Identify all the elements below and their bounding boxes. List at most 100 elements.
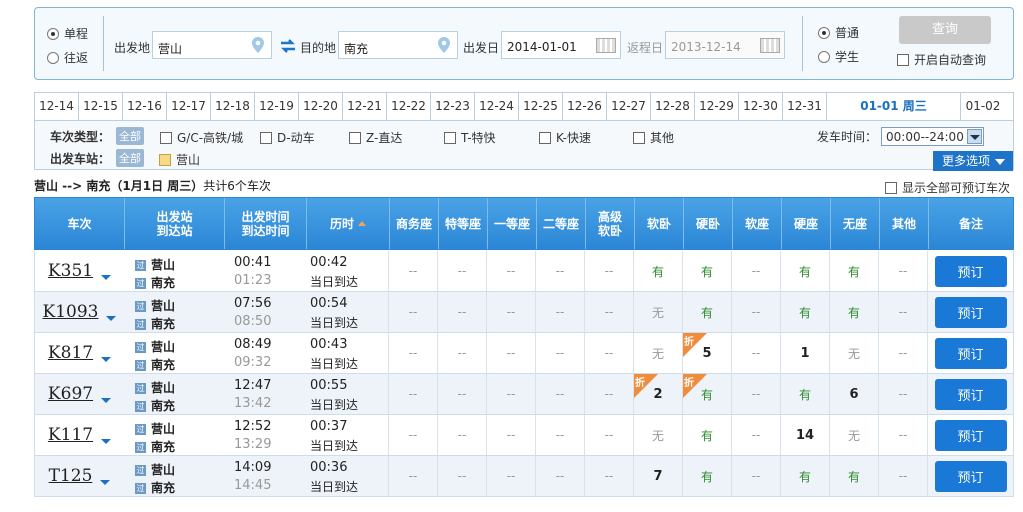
seat-cell[interactable]: 有 (683, 292, 732, 332)
seat-cell[interactable]: 有 (683, 251, 732, 291)
date-tab[interactable]: 12-22 (387, 93, 431, 120)
seat-cell: -- (732, 415, 781, 455)
expand-stops-icon[interactable] (101, 356, 112, 362)
date-tab[interactable]: 12-29 (695, 93, 739, 120)
location-pin-icon (438, 37, 450, 53)
arrive-day: 当日到达 (310, 357, 359, 371)
book-button[interactable]: 预订 (934, 255, 1007, 287)
to-input[interactable]: 南充 (338, 31, 458, 59)
seat-cell[interactable]: 有 (781, 251, 830, 291)
date-tab[interactable]: 12-30 (739, 93, 783, 120)
book-button[interactable]: 预订 (934, 378, 1007, 410)
swap-icon[interactable] (279, 39, 297, 53)
train-type-option[interactable]: 其他 (633, 129, 674, 146)
passenger-student-radio[interactable]: 学生 (818, 48, 859, 65)
date-tab[interactable]: 12-20 (299, 93, 343, 120)
date-tab[interactable]: 12-15 (79, 93, 123, 120)
date-tab[interactable]: 01-02 (961, 93, 1005, 120)
seat-cell[interactable]: 无 (634, 292, 683, 332)
date-tab[interactable]: 12-14 (35, 93, 79, 120)
date-tab[interactable]: 12-16 (123, 93, 167, 120)
seat-cell[interactable]: 有 (683, 415, 732, 455)
show-all-checkbox[interactable]: 显示全部可预订车次 (885, 179, 1010, 196)
seat-cell: -- (732, 374, 781, 414)
date-tab[interactable]: 01-01 周三 (827, 93, 961, 120)
train-number-link[interactable]: K697 (48, 384, 93, 404)
date-tab[interactable]: 12-23 (431, 93, 475, 120)
from-input[interactable]: 营山 (152, 31, 272, 59)
seat-cell[interactable]: 有 (683, 456, 732, 496)
seat-cell[interactable]: 有 (781, 374, 830, 414)
auto-query-checkbox[interactable]: 开启自动查询 (897, 51, 986, 68)
seat-cell[interactable]: 7 (634, 456, 683, 496)
depart-date-input[interactable]: 2014-01-01 (501, 31, 621, 59)
date-tab[interactable]: 12-21 (343, 93, 387, 120)
expand-stops-icon[interactable] (101, 438, 112, 444)
train-number-link[interactable]: K117 (48, 425, 93, 445)
train-type-option[interactable]: K-快速 (539, 129, 591, 146)
seat-cell[interactable]: 有 (830, 292, 879, 332)
calendar-icon[interactable] (760, 38, 780, 53)
seat-cell[interactable]: 有 (634, 251, 683, 291)
seat-cell: -- (487, 374, 536, 414)
date-tab[interactable]: 12-26 (563, 93, 607, 120)
seat-cell: -- (536, 292, 585, 332)
seat-cell[interactable]: 无 (830, 333, 879, 373)
station-option[interactable]: 营山 (159, 151, 200, 168)
more-options-button[interactable]: 更多选项 (933, 151, 1013, 171)
seat-cell[interactable]: 无 (634, 415, 683, 455)
train-number-link[interactable]: K817 (48, 343, 93, 363)
date-tab[interactable]: 12-19 (255, 93, 299, 120)
seat-cell[interactable]: 6 (830, 374, 879, 414)
seat-cell[interactable]: 有 (830, 456, 879, 496)
date-tab[interactable]: 12-18 (211, 93, 255, 120)
seat-cell[interactable]: 有 (830, 251, 879, 291)
station-all[interactable]: 全部 (116, 149, 144, 167)
train-type-option[interactable]: T-特快 (444, 129, 496, 146)
train-number-link[interactable]: K1093 (43, 302, 99, 322)
train-type-option[interactable]: G/C-高铁/城 (160, 129, 243, 146)
passenger-normal-radio[interactable]: 普通 (818, 24, 859, 41)
expand-stops-icon[interactable] (101, 397, 112, 403)
train-number-link[interactable]: K351 (48, 261, 93, 281)
arrive-time: 08:50 (234, 314, 272, 329)
expand-stops-icon[interactable] (101, 274, 112, 280)
date-tab[interactable]: 12-31 (783, 93, 827, 120)
depart-time-select[interactable]: 00:00--24:00 (881, 127, 984, 146)
header-train[interactable]: 车次 (35, 198, 125, 249)
header-duration[interactable]: 历时 (307, 198, 390, 249)
seat-cell[interactable]: 折5 (683, 333, 732, 373)
book-button[interactable]: 预订 (934, 337, 1007, 369)
from-label: 出发地 (114, 41, 151, 55)
query-button[interactable]: 查询 (899, 16, 991, 44)
seat-cell[interactable]: 无 (634, 333, 683, 373)
trip-one-way-radio[interactable]: 单程 (47, 25, 88, 42)
date-tab[interactable]: 12-28 (651, 93, 695, 120)
train-number-link[interactable]: T125 (49, 466, 93, 486)
seat-cell[interactable]: 有 (781, 456, 830, 496)
train-type-option[interactable]: D-动车 (260, 129, 315, 146)
to-label: 目的地 (300, 41, 337, 55)
date-tab[interactable]: 12-25 (519, 93, 563, 120)
seat-cell[interactable]: 1 (781, 333, 830, 373)
date-tab[interactable]: 12-27 (607, 93, 651, 120)
expand-stops-icon[interactable] (100, 479, 111, 485)
station-label: 出发车站： (50, 152, 111, 166)
calendar-icon[interactable] (596, 38, 616, 53)
train-type-option[interactable]: Z-直达 (349, 129, 402, 146)
seat-cell[interactable]: 有 (781, 292, 830, 332)
seat-cell[interactable]: 折有 (683, 374, 732, 414)
header-times[interactable]: 出发时间 到达时间 (225, 198, 307, 249)
book-button[interactable]: 预订 (934, 296, 1007, 328)
seat-cell[interactable]: 无 (830, 415, 879, 455)
date-tab[interactable]: 12-17 (167, 93, 211, 120)
return-date-input[interactable]: 2013-12-14 (665, 31, 785, 59)
book-button[interactable]: 预订 (934, 460, 1007, 492)
train-type-all[interactable]: 全部 (116, 127, 144, 145)
seat-cell[interactable]: 折2 (634, 374, 683, 414)
book-button[interactable]: 预订 (934, 419, 1007, 451)
trip-round-radio[interactable]: 往返 (47, 49, 88, 66)
seat-cell[interactable]: 14 (781, 415, 830, 455)
expand-stops-icon[interactable] (106, 315, 117, 321)
date-tab[interactable]: 12-24 (475, 93, 519, 120)
